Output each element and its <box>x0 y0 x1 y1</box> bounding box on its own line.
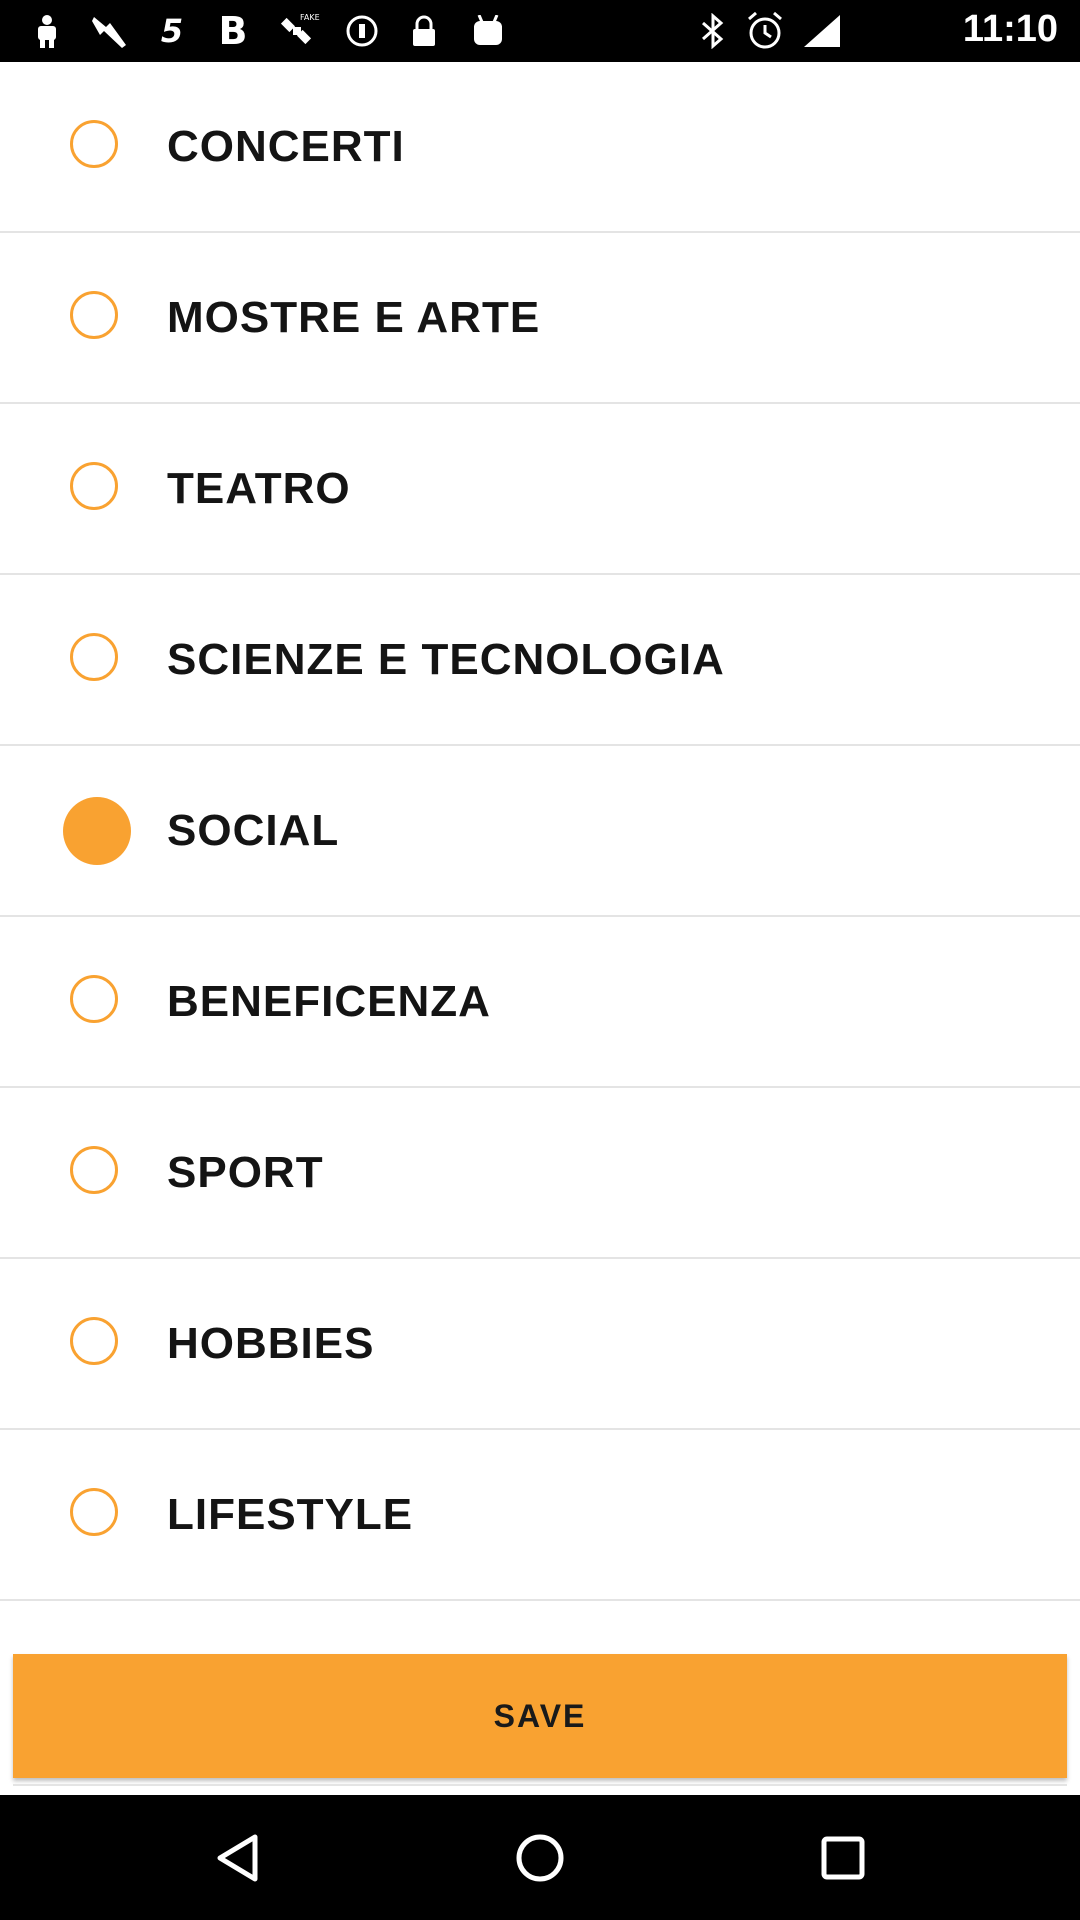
svg-text:FAKE: FAKE <box>300 13 320 22</box>
category-label: SCIENZE E TECNOLOGIA <box>167 634 725 684</box>
category-label: MOSTRE E ARTE <box>167 292 541 342</box>
category-row-social[interactable]: SOCIAL <box>0 746 1080 917</box>
android-icon <box>30 13 64 49</box>
category-label: TEATRO <box>167 463 351 513</box>
radio-button[interactable] <box>70 1145 118 1194</box>
android-head-icon <box>470 13 506 49</box>
info-icon <box>344 13 380 49</box>
category-list: CONCERTI MOSTRE E ARTE TEATRO SCIENZE E … <box>0 62 1080 1649</box>
category-row-scienze-e-tecnologia[interactable]: SCIENZE E TECNOLOGIA <box>0 575 1080 746</box>
category-row-lifestyle[interactable]: LIFESTYLE <box>0 1430 1080 1601</box>
category-label: CONCERTI <box>167 121 405 171</box>
bold-b-icon: B <box>218 9 248 53</box>
category-row-teatro[interactable]: TEATRO <box>0 404 1080 575</box>
bluetooth-icon <box>696 13 730 49</box>
category-row-sport[interactable]: SPORT <box>0 1088 1080 1259</box>
radio-button[interactable] <box>70 290 118 339</box>
category-label: BENEFICENZA <box>167 976 491 1026</box>
radio-button[interactable] <box>70 1487 118 1536</box>
category-label: SOCIAL <box>167 805 340 855</box>
category-label: SPORT <box>167 1147 324 1197</box>
clock: 11:10 <box>962 8 1058 50</box>
category-row-mostre-e-arte[interactable]: MOSTRE E ARTE <box>0 233 1080 404</box>
alarm-icon <box>744 11 786 49</box>
swiftkey-icon: 5 <box>160 12 184 50</box>
list-item[interactable] <box>0 1601 1080 1649</box>
status-bar: 5 B FAKE 11:10 <box>0 0 1080 62</box>
category-label: HOBBIES <box>167 1318 375 1368</box>
fake-gps-satellite-icon: FAKE <box>276 13 320 49</box>
navigation-bar <box>0 1795 1080 1920</box>
radio-button[interactable] <box>70 119 118 168</box>
radio-button[interactable] <box>70 461 118 510</box>
radio-button-selected[interactable] <box>63 796 131 865</box>
save-button[interactable]: SAVE <box>13 1654 1067 1778</box>
lock-icon <box>408 13 440 49</box>
divider <box>13 1784 1067 1786</box>
category-row-concerti[interactable]: CONCERTI <box>0 62 1080 233</box>
signal-icon <box>800 13 844 49</box>
recents-icon[interactable] <box>818 1833 868 1883</box>
radio-button[interactable] <box>70 1316 118 1365</box>
home-icon[interactable] <box>515 1833 565 1883</box>
wrench-icon <box>88 13 132 49</box>
radio-button[interactable] <box>70 974 118 1023</box>
category-row-hobbies[interactable]: HOBBIES <box>0 1259 1080 1430</box>
radio-button[interactable] <box>70 632 118 681</box>
back-icon[interactable] <box>213 1833 263 1883</box>
category-row-beneficenza[interactable]: BENEFICENZA <box>0 917 1080 1088</box>
category-label: LIFESTYLE <box>167 1489 414 1539</box>
